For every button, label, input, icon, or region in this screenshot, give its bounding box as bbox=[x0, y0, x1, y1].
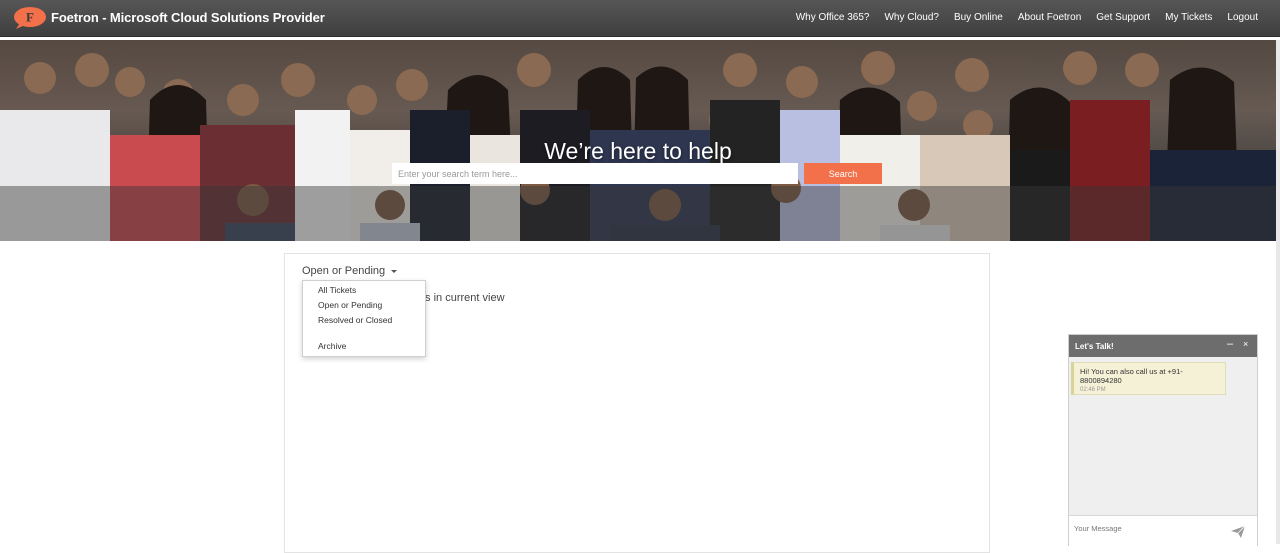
nav-buy-online[interactable]: Buy Online bbox=[954, 12, 1003, 23]
menu-item-resolved-or-closed[interactable]: Resolved or Closed bbox=[318, 315, 392, 325]
top-navbar: F Foetron - Microsoft Cloud Solutions Pr… bbox=[0, 0, 1280, 37]
minimize-icon[interactable]: – bbox=[1227, 338, 1233, 350]
page-scrollbar[interactable] bbox=[1276, 40, 1280, 544]
site-title[interactable]: Foetron - Microsoft Cloud Solutions Prov… bbox=[51, 10, 325, 25]
paper-plane-icon[interactable] bbox=[1231, 526, 1245, 538]
chat-message-bubble: Hi! You can also call us at +91-88008942… bbox=[1071, 362, 1226, 395]
ticket-filter-dropdown[interactable]: Open or Pending bbox=[302, 265, 398, 277]
chat-header[interactable]: Let's Talk! – × bbox=[1069, 335, 1257, 357]
empty-message-text: ts in current view bbox=[422, 292, 505, 304]
search-button[interactable]: Search bbox=[804, 163, 882, 184]
hero-banner: We’re here to help bbox=[0, 40, 1276, 241]
foetron-logo-icon[interactable]: F bbox=[12, 6, 46, 30]
chat-message-input[interactable] bbox=[1072, 519, 1226, 537]
close-icon[interactable]: × bbox=[1243, 339, 1248, 349]
ticket-filter-menu: All Tickets Open or Pending Resolved or … bbox=[302, 280, 426, 357]
chat-message-text: Hi! You can also call us at +91-88008942… bbox=[1080, 367, 1183, 385]
nav-my-tickets[interactable]: My Tickets bbox=[1165, 12, 1212, 23]
nav-get-support[interactable]: Get Support bbox=[1096, 12, 1150, 23]
menu-item-all-tickets[interactable]: All Tickets bbox=[318, 285, 356, 295]
logo-letter: F bbox=[26, 10, 34, 25]
ticket-filter-label: Open or Pending bbox=[302, 265, 386, 277]
chat-message-time: 02:46 PM bbox=[1080, 387, 1106, 393]
caret-down-icon bbox=[391, 269, 398, 273]
nav-about-foetron[interactable]: About Foetron bbox=[1018, 12, 1081, 23]
menu-item-archive[interactable]: Archive bbox=[318, 341, 346, 351]
menu-item-open-or-pending[interactable]: Open or Pending bbox=[318, 300, 382, 310]
chat-title: Let's Talk! bbox=[1075, 342, 1114, 351]
hero-search-band bbox=[0, 186, 1276, 241]
nav-why-office-365[interactable]: Why Office 365? bbox=[796, 12, 870, 23]
hero-title: We’re here to help bbox=[544, 138, 732, 164]
nav-logout[interactable]: Logout bbox=[1227, 12, 1258, 23]
search-input[interactable] bbox=[392, 163, 798, 184]
chat-input-bar bbox=[1069, 515, 1257, 547]
nav-why-cloud[interactable]: Why Cloud? bbox=[884, 12, 938, 23]
main-nav: Why Office 365? Why Cloud? Buy Online Ab… bbox=[796, 12, 1258, 23]
chat-widget: Let's Talk! – × Hi! You can also call us… bbox=[1068, 334, 1258, 547]
